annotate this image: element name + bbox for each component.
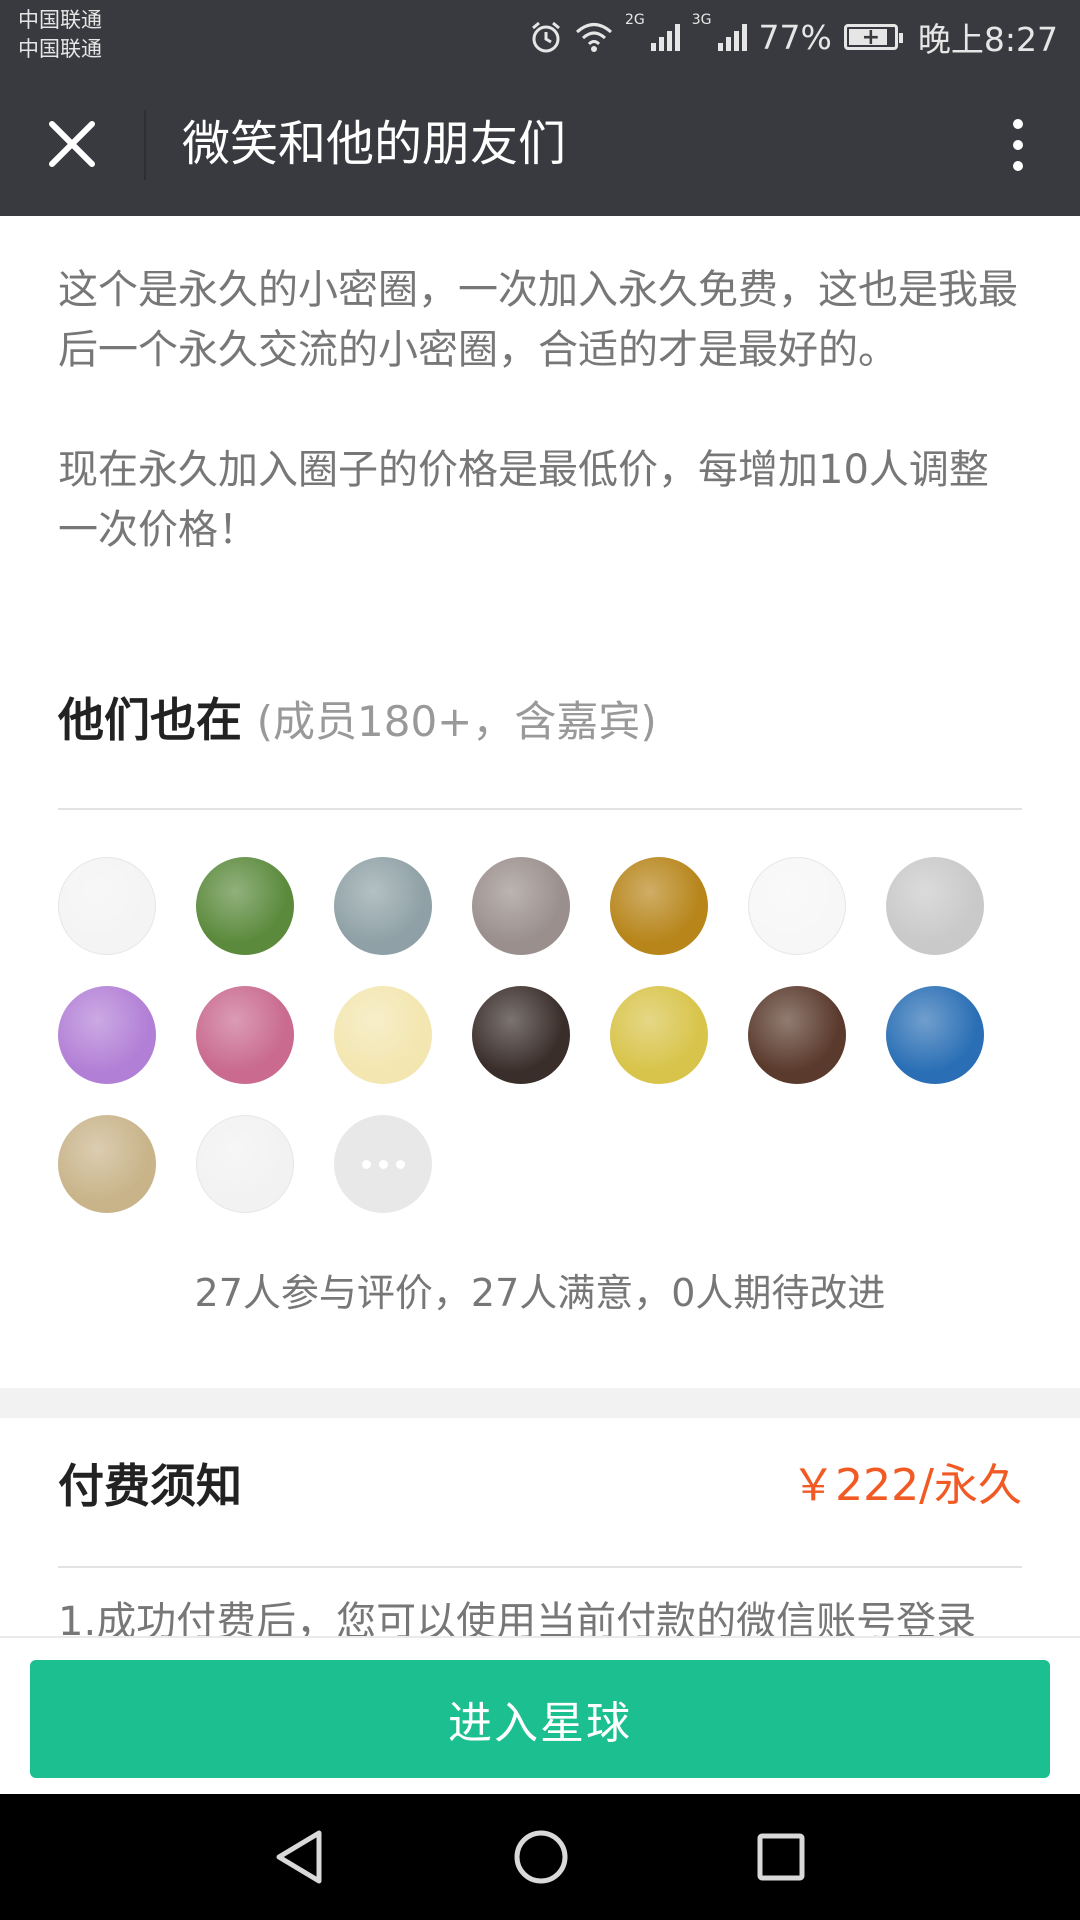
- avatar-glasses-man[interactable]: [58, 1115, 156, 1213]
- enter-planet-button[interactable]: 进入星球: [30, 1660, 1050, 1778]
- intro-paragraph-2: 现在永久加入圈子的价格是最低价，每增加10人调整一次价格！: [58, 447, 989, 553]
- carrier-1: 中国联通: [18, 8, 102, 32]
- signal-icon: [650, 23, 680, 51]
- clock: 晚上8:27: [917, 20, 1058, 59]
- rating-summary: 27人参与评价，27人满意，0人期待改进: [194, 1271, 886, 1315]
- system-nav-bar: [0, 1794, 1080, 1920]
- nav-back-button[interactable]: [264, 1822, 334, 1892]
- more-button[interactable]: [996, 110, 1040, 180]
- avatar-panda[interactable]: [748, 857, 846, 955]
- network-type-2: 3G: [691, 12, 712, 28]
- nav-home-button[interactable]: [506, 1822, 576, 1892]
- close-button[interactable]: [40, 112, 104, 176]
- battery-percent: 77%: [758, 17, 832, 57]
- intro-text: 这个是永久的小密圈，一次加入永久免费，这也是我最后一个永久交流的小密圈，合适的才…: [58, 260, 1028, 560]
- avatar-boy-soldier[interactable]: [334, 857, 432, 955]
- intro-paragraph-1: 这个是永久的小密圈，一次加入永久免费，这也是我最后一个永久交流的小密圈，合适的才…: [58, 267, 1018, 373]
- divider: [58, 1566, 1022, 1568]
- carrier-info: 中国联通 中国联通: [18, 6, 102, 64]
- more-vertical-icon: [1013, 119, 1023, 129]
- back-triangle-icon: [276, 1830, 322, 1884]
- avatar-purple-pixel[interactable]: [58, 986, 156, 1084]
- members-subtitle: (成员180+，含嘉宾): [256, 697, 657, 746]
- recents-square-icon: [757, 1833, 805, 1881]
- main-content: 这个是永久的小密圈，一次加入永久免费，这也是我最后一个永久交流的小密圈，合适的才…: [0, 216, 1080, 1636]
- appbar-divider: [144, 110, 146, 180]
- avatar-cartoon-boy[interactable]: [610, 986, 708, 1084]
- network-type-1: 2G: [625, 12, 645, 28]
- fee-price: ￥222/永久: [791, 1460, 1022, 1511]
- avatar-man-outdoor[interactable]: [196, 857, 294, 955]
- fee-note-1: 1.成功付费后，您可以使用当前付款的微信账号登录: [58, 1599, 977, 1636]
- section-gap: [0, 1388, 1080, 1418]
- carrier-2: 中国联通: [18, 37, 102, 61]
- members-title: 他们也在: [58, 693, 242, 747]
- avatar-sphynx-cat[interactable]: [472, 857, 570, 955]
- close-icon: [49, 121, 95, 167]
- avatar-golden-buddha[interactable]: [610, 857, 708, 955]
- status-bar: 中国联通 中国联通 2G 3G 77% + 晚上8:27: [0, 0, 1080, 74]
- more-horizontal-icon: [361, 1159, 371, 1169]
- more-members-button[interactable]: [334, 1115, 432, 1213]
- avatar-minion[interactable]: [886, 986, 984, 1084]
- battery-icon: +: [843, 24, 903, 50]
- nav-recents-button[interactable]: [746, 1822, 816, 1892]
- wifi-icon: [576, 23, 612, 52]
- avatar-cartoon-sheep[interactable]: [334, 986, 432, 1084]
- avatar-meme-face[interactable]: [58, 857, 156, 955]
- app-bar: 微笑和他的朋友们: [0, 74, 1080, 216]
- page-title: 微笑和他的朋友们: [182, 116, 567, 172]
- bottom-action-bar: 进入星球: [0, 1636, 1080, 1794]
- status-icons: 2G 3G 77% + 晚上8:27: [529, 12, 1058, 62]
- alarm-icon: [532, 21, 560, 53]
- avatar-manga[interactable]: [886, 857, 984, 955]
- avatar-stage-men[interactable]: [748, 986, 846, 1084]
- avatar-pig-heart[interactable]: [196, 1115, 294, 1213]
- fee-title: 付费须知: [58, 1459, 242, 1513]
- avatar-couple-selfie[interactable]: [472, 986, 570, 1084]
- members-heading: 他们也在 (成员180+，含嘉宾): [58, 690, 657, 752]
- divider: [58, 808, 1022, 810]
- avatar-flowers[interactable]: [196, 986, 294, 1084]
- home-circle-icon: [514, 1830, 568, 1884]
- signal-icon: [717, 23, 747, 51]
